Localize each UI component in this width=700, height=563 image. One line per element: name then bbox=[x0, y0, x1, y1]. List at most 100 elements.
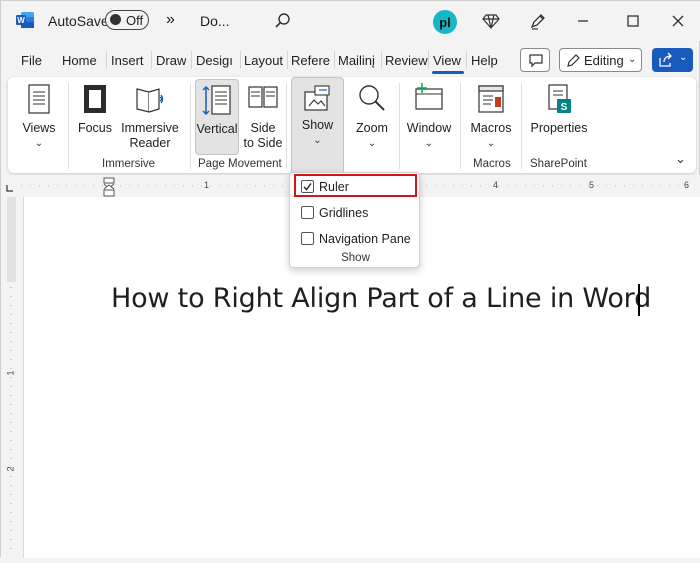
gridlines-checkbox[interactable] bbox=[301, 206, 314, 219]
pencil-icon bbox=[567, 54, 580, 67]
window-icon bbox=[415, 83, 443, 110]
tab-help[interactable]: Help bbox=[471, 53, 498, 68]
ruler-number: 4 bbox=[493, 180, 499, 190]
zoom-button[interactable]: Zoom ⌄ bbox=[350, 83, 394, 155]
show-button[interactable]: Show ⌄ bbox=[291, 77, 344, 173]
navigation-pane-label: Navigation Pane bbox=[319, 232, 411, 246]
properties-button[interactable]: S Properties bbox=[528, 83, 590, 155]
diamond-icon[interactable] bbox=[481, 11, 501, 31]
autosave-label: AutoSave bbox=[48, 13, 109, 29]
macros-button[interactable]: Macros ⌄ bbox=[467, 83, 515, 155]
ruler-highlight-box bbox=[294, 174, 417, 197]
focus-icon bbox=[84, 85, 106, 113]
editing-mode-button[interactable]: Editing ⌄ bbox=[559, 48, 642, 72]
window-label: Window bbox=[406, 121, 452, 135]
views-button[interactable]: Views ⌄ bbox=[16, 83, 62, 155]
text-cursor bbox=[638, 284, 640, 316]
ruler-number: 6 bbox=[684, 180, 690, 190]
views-icon bbox=[28, 84, 50, 114]
tab-file[interactable]: File bbox=[21, 53, 42, 68]
zoom-label: Zoom bbox=[356, 121, 388, 135]
focus-label: Focus bbox=[77, 121, 113, 135]
side-to-side-button[interactable]: Side to Side bbox=[241, 83, 285, 155]
share-icon bbox=[659, 52, 672, 67]
gridlines-label: Gridlines bbox=[319, 206, 369, 220]
side-to-side-icon bbox=[248, 86, 278, 108]
tab-insert[interactable]: Insert bbox=[111, 53, 144, 68]
minimize-icon[interactable] bbox=[571, 9, 595, 33]
chevron-down-icon: ⌄ bbox=[486, 138, 496, 149]
editing-label: Editing bbox=[584, 53, 624, 68]
vertical-button[interactable]: Vertical bbox=[195, 79, 239, 155]
pen-icon[interactable] bbox=[528, 11, 548, 31]
tab-references[interactable]: Refere bbox=[291, 53, 331, 68]
show-icon bbox=[303, 85, 330, 111]
maximize-icon[interactable] bbox=[621, 9, 645, 33]
immersive-reader-icon bbox=[136, 88, 164, 113]
word-logo-icon: W bbox=[16, 12, 34, 28]
show-label: Show bbox=[301, 118, 334, 132]
vertical-icon bbox=[202, 85, 231, 115]
document-name[interactable]: Do... bbox=[200, 13, 230, 29]
toggle-knob bbox=[110, 14, 121, 25]
svg-text:S: S bbox=[561, 102, 568, 113]
tab-design[interactable]: Desigı bbox=[196, 53, 238, 68]
sharepoint-properties-icon: S bbox=[548, 84, 571, 113]
views-label: Views bbox=[22, 121, 56, 135]
title-bar: W AutoSave Off » Do... pl bbox=[1, 1, 700, 41]
show-group-label: Show bbox=[341, 252, 370, 264]
collapse-ribbon-chevron-icon[interactable]: ⌄ bbox=[675, 151, 686, 167]
side-to-side-label-2: to Side bbox=[243, 136, 283, 150]
group-label-sharepoint: SharePoint bbox=[530, 158, 587, 170]
immersive-reader-label-1: Immersive bbox=[121, 121, 179, 135]
zoom-icon bbox=[359, 85, 385, 111]
chevron-down-icon: ⌄ bbox=[367, 138, 377, 149]
tab-view[interactable]: View bbox=[433, 53, 461, 68]
chevron-down-icon: ⌄ bbox=[424, 138, 434, 149]
group-label-immersive: Immersive bbox=[102, 158, 156, 170]
tab-draw[interactable]: Draw bbox=[156, 53, 186, 68]
side-to-side-label-1: Side bbox=[250, 121, 276, 135]
vertical-ruler-ticks bbox=[7, 197, 16, 557]
window-button[interactable]: Window ⌄ bbox=[404, 83, 454, 155]
chevron-down-icon: ⌄ bbox=[313, 135, 322, 146]
menu-item-gridlines[interactable]: Gridlines bbox=[290, 202, 421, 224]
autosave-toggle[interactable]: Off bbox=[105, 10, 149, 30]
immersive-reader-button[interactable]: Immersive Reader bbox=[118, 83, 182, 155]
macros-label: Macros bbox=[470, 121, 512, 135]
vruler-number: 1 bbox=[5, 370, 16, 376]
vertical-ruler[interactable]: 1 2 bbox=[1, 197, 23, 558]
chevron-down-icon: ⌄ bbox=[34, 138, 44, 149]
vruler-number: 2 bbox=[5, 466, 16, 472]
chevron-down-icon: ⌄ bbox=[628, 54, 637, 65]
group-label-macros: Macros bbox=[473, 158, 511, 170]
comment-icon bbox=[529, 54, 543, 68]
group-label-page-movement: Page Movement bbox=[198, 158, 282, 170]
svg-text:pl: pl bbox=[439, 15, 451, 30]
comments-button[interactable] bbox=[520, 48, 550, 72]
search-icon[interactable] bbox=[273, 11, 293, 31]
share-button[interactable]: ⌄ bbox=[652, 48, 693, 72]
close-icon[interactable] bbox=[666, 9, 690, 33]
menu-item-navigation-pane[interactable]: Navigation Pane bbox=[290, 228, 421, 250]
tab-home[interactable]: Home bbox=[62, 53, 97, 68]
app-badge-icon: pl bbox=[433, 10, 457, 34]
navigation-pane-checkbox[interactable] bbox=[301, 232, 314, 245]
ruler-number: 5 bbox=[589, 180, 595, 190]
vertical-label: Vertical bbox=[196, 122, 238, 136]
focus-button[interactable]: Focus bbox=[76, 83, 114, 155]
active-tab-indicator bbox=[432, 71, 464, 74]
properties-label: Properties bbox=[530, 121, 588, 135]
share-chevron-icon: ⌄ bbox=[679, 52, 688, 63]
autosave-state: Off bbox=[126, 13, 144, 28]
more-commands-button[interactable]: » bbox=[166, 11, 175, 29]
macros-icon bbox=[478, 85, 504, 113]
view-ribbon: Views ⌄ Focus Immersive Reader Immersive bbox=[8, 77, 696, 173]
immersive-reader-label-2: Reader bbox=[129, 136, 171, 150]
document-text[interactable]: How to Right Align Part of a Line in Wor… bbox=[111, 283, 651, 314]
tab-layout[interactable]: Layout bbox=[244, 53, 283, 68]
svg-text:W: W bbox=[17, 16, 25, 25]
tab-mailings[interactable]: Mailinį bbox=[338, 53, 380, 68]
tab-review[interactable]: Review bbox=[385, 53, 428, 68]
ruler-number: 1 bbox=[204, 180, 210, 190]
